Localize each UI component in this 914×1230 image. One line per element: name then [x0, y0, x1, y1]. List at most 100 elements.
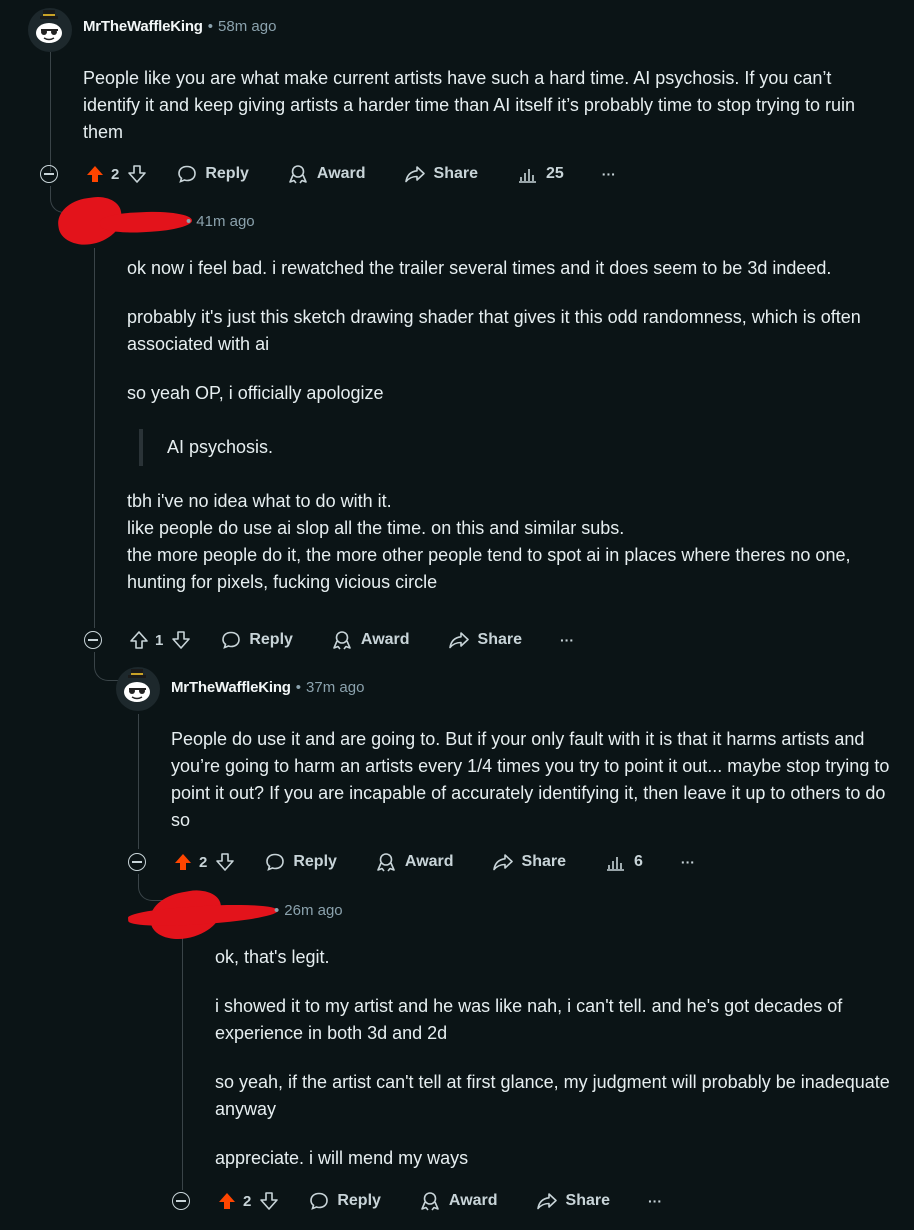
- view-count: 25: [546, 165, 564, 182]
- award-button[interactable]: Award: [419, 1191, 498, 1211]
- award-label: Award: [360, 631, 410, 648]
- reply-label: Reply: [293, 853, 337, 870]
- insights-button[interactable]: 6: [604, 852, 643, 872]
- comment-body: People do use it and are going to. But i…: [171, 726, 896, 856]
- comment-actions: 2 Reply Award Share 25 ···: [40, 160, 616, 188]
- reply-label: Reply: [337, 1192, 381, 1209]
- share-icon: [536, 1193, 557, 1210]
- reply-label: Reply: [205, 165, 249, 182]
- timestamp[interactable]: 58m ago: [218, 18, 276, 35]
- comment-paragraph: the more people do it, the more other pe…: [127, 545, 851, 592]
- downvote-icon[interactable]: [127, 164, 147, 184]
- comment-actions: 2 Reply Award Share 6 ···: [128, 848, 695, 876]
- upvote-icon[interactable]: [217, 1191, 237, 1211]
- separator-dot: •: [295, 679, 302, 696]
- award-button[interactable]: Award: [375, 852, 454, 872]
- collapse-thread-button[interactable]: [172, 1192, 190, 1210]
- comment-meta: • 26m ago: [274, 902, 343, 919]
- award-label: Award: [316, 165, 366, 182]
- separator-dot: •: [274, 902, 280, 919]
- blockquote: AI psychosis.: [139, 429, 897, 466]
- share-button[interactable]: Share: [536, 1191, 610, 1211]
- award-label: Award: [448, 1192, 498, 1209]
- comment-paragraph: i showed it to my artist and he was like…: [215, 996, 843, 1043]
- downvote-icon[interactable]: [215, 852, 235, 872]
- comment-bubble-icon: [266, 853, 285, 871]
- upvote-icon[interactable]: [85, 164, 105, 184]
- upvote-icon[interactable]: [129, 630, 149, 650]
- timestamp[interactable]: 41m ago: [196, 213, 254, 230]
- comment-paragraph: so yeah, if the artist can't tell at fir…: [215, 1072, 890, 1119]
- share-button[interactable]: Share: [448, 630, 522, 650]
- thread-line: [182, 936, 183, 1190]
- comment-paragraph: ok now i feel bad. i rewatched the trail…: [127, 258, 832, 278]
- comment-paragraph: tbh i've no idea what to do with it.: [127, 491, 392, 511]
- bar-chart-icon: [607, 857, 624, 871]
- view-count: 6: [634, 853, 643, 870]
- timestamp[interactable]: 37m ago: [306, 679, 364, 696]
- insights-button[interactable]: 25: [516, 164, 564, 184]
- vote-count: 1: [155, 631, 164, 649]
- collapse-thread-button[interactable]: [128, 853, 146, 871]
- collapse-thread-button[interactable]: [40, 165, 58, 183]
- comment-bubble-icon: [178, 165, 197, 183]
- share-label: Share: [477, 631, 522, 648]
- downvote-icon[interactable]: [259, 1191, 279, 1211]
- comment-paragraph: ok, that's legit.: [215, 947, 330, 967]
- thread-line: [138, 714, 139, 849]
- more-options-button[interactable]: ···: [602, 166, 616, 182]
- comment-body: ok now i feel bad. i rewatched the trail…: [127, 255, 897, 596]
- username[interactable]: MrTheWaffleKing: [171, 679, 291, 696]
- share-button[interactable]: Share: [492, 852, 566, 872]
- separator-dot: •: [207, 18, 214, 35]
- vote-count: 2: [111, 165, 120, 183]
- reply-button[interactable]: Reply: [309, 1191, 381, 1211]
- avatar[interactable]: [28, 8, 72, 52]
- upvote-icon[interactable]: [173, 852, 193, 872]
- reply-label: Reply: [249, 631, 293, 648]
- separator-dot: •: [186, 213, 192, 230]
- thread-line: [50, 52, 51, 172]
- comment-body: People like you are what make current ar…: [83, 65, 893, 168]
- more-options-button[interactable]: ···: [648, 1193, 662, 1209]
- reply-button[interactable]: Reply: [221, 630, 293, 650]
- comment-bubble-icon: [310, 1192, 329, 1210]
- comment-meta: MrTheWaffleKing • 58m ago: [83, 18, 276, 35]
- award-label: Award: [404, 853, 454, 870]
- reply-button[interactable]: Reply: [265, 852, 337, 872]
- collapse-thread-button[interactable]: [84, 631, 102, 649]
- avatar[interactable]: [116, 667, 160, 711]
- comment-paragraph: People do use it and are going to. But i…: [171, 729, 890, 830]
- share-icon: [448, 632, 469, 649]
- vote-count: 2: [243, 1192, 252, 1210]
- comment-actions: 2 Reply Award Share ···: [172, 1187, 662, 1215]
- bar-chart-icon: [519, 169, 536, 183]
- award-button[interactable]: Award: [287, 164, 366, 184]
- snoo-avatar-icon: [36, 10, 62, 43]
- thread-elbow: [138, 874, 163, 901]
- comment-paragraph: so yeah OP, i officially apologize: [127, 383, 384, 403]
- comment-meta: MrTheWaffleKing • 37m ago: [171, 679, 364, 696]
- award-icon: [333, 631, 351, 650]
- share-button[interactable]: Share: [404, 164, 478, 184]
- comment-body: ok, that's legit. i showed it to my arti…: [215, 944, 900, 1194]
- timestamp[interactable]: 26m ago: [284, 902, 342, 919]
- comment-actions: 1 Reply Award Share ···: [84, 626, 574, 654]
- thread-line: [94, 248, 95, 628]
- more-options-button[interactable]: ···: [681, 854, 695, 870]
- comment-bubble-icon: [222, 631, 241, 649]
- username[interactable]: MrTheWaffleKing: [83, 18, 203, 35]
- share-icon: [492, 854, 513, 871]
- award-icon: [377, 853, 395, 872]
- vote-count: 2: [199, 853, 208, 871]
- more-options-button[interactable]: ···: [560, 632, 574, 648]
- award-button[interactable]: Award: [331, 630, 410, 650]
- award-icon: [421, 1192, 439, 1211]
- share-label: Share: [433, 165, 478, 182]
- comment-paragraph: probably it's just this sketch drawing s…: [127, 307, 861, 354]
- share-label: Share: [521, 853, 566, 870]
- snoo-avatar-icon: [124, 669, 150, 702]
- thread-elbow: [94, 652, 119, 681]
- reply-button[interactable]: Reply: [177, 164, 249, 184]
- downvote-icon[interactable]: [171, 630, 191, 650]
